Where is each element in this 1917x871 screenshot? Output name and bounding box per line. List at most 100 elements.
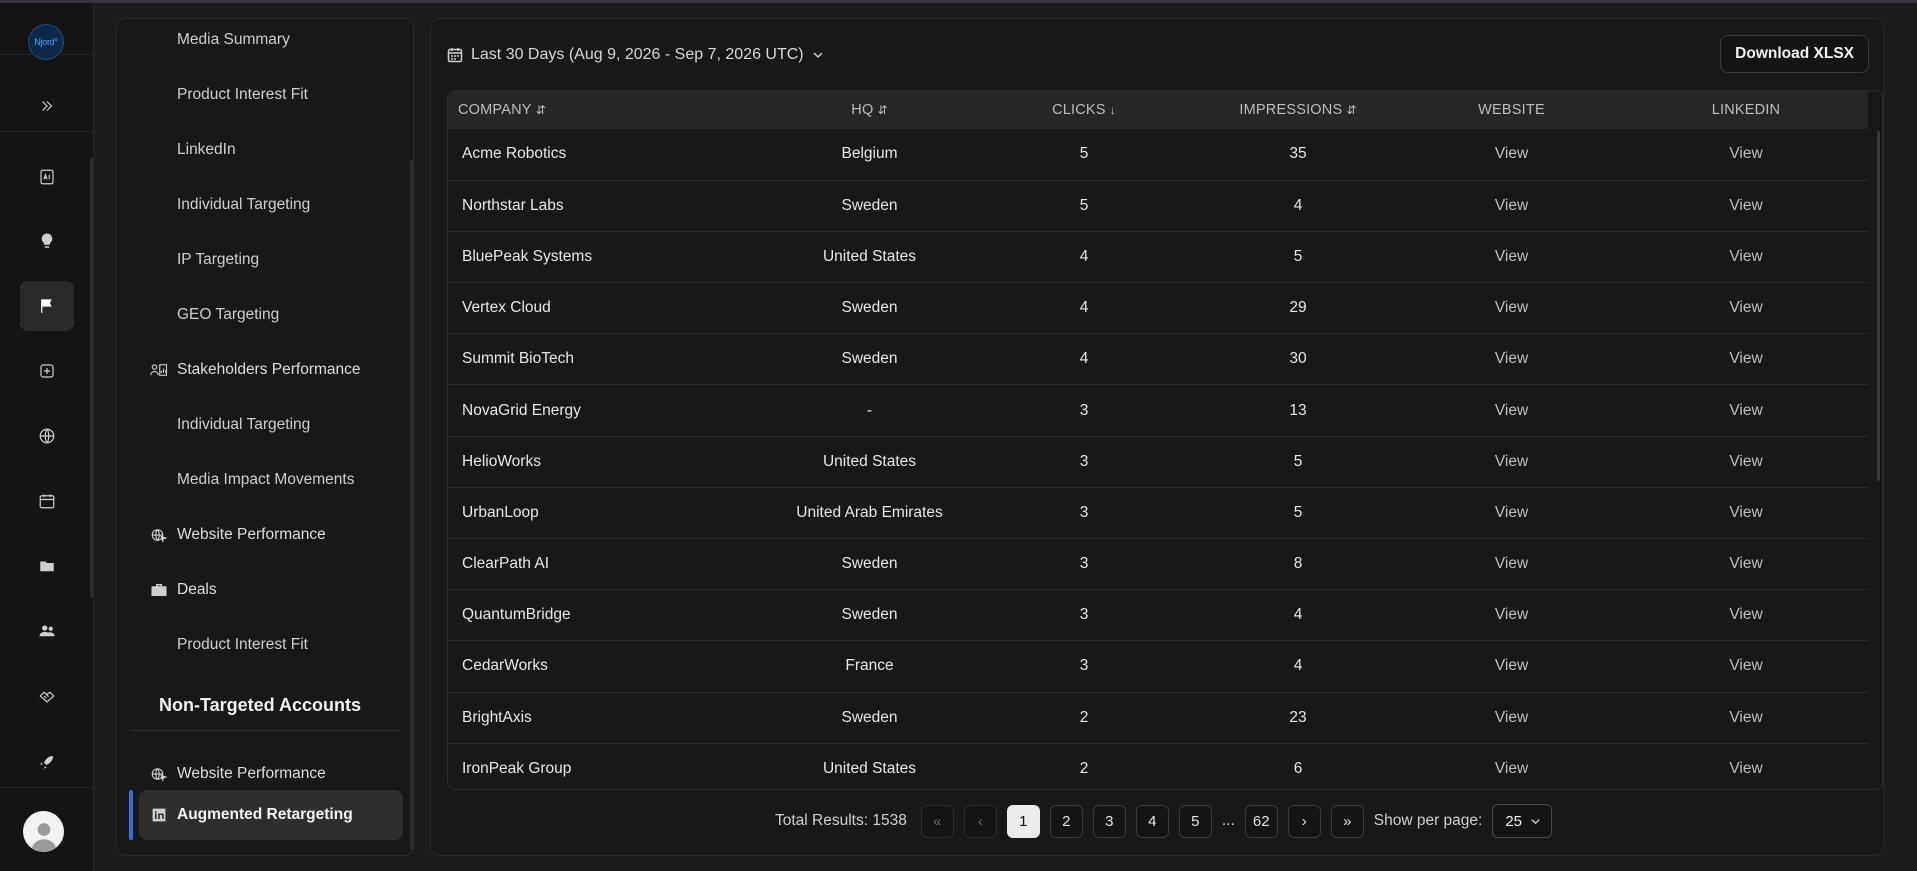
sidebar-item-geo-targeting[interactable]: GEO Targeting — [117, 300, 413, 330]
sidebar-item-ip-targeting[interactable]: IP Targeting — [117, 245, 413, 275]
linkedin-view-link[interactable]: View — [1624, 180, 1868, 232]
page-button-2[interactable]: 2 — [1049, 804, 1083, 838]
sidebar-item-product-interest-fit[interactable]: Product Interest Fit — [117, 80, 413, 110]
table-row[interactable]: HelioWorks United States 3 5 View View — [448, 436, 1868, 488]
column-label: WEBSITE — [1478, 102, 1545, 118]
website-view-link[interactable]: View — [1399, 538, 1624, 591]
linkedin-view-link[interactable]: View — [1624, 384, 1868, 437]
table-row[interactable]: CedarWorks France 3 4 View View — [448, 640, 1868, 693]
sidebar-item-linkedin[interactable]: LinkedIn — [117, 135, 413, 165]
sidebar-item-deals[interactable]: Deals — [117, 575, 413, 605]
date-range-filter[interactable]: Last 30 Days (Aug 9, 2026 - Sep 7, 2026 … — [447, 43, 832, 67]
rail-folder-button[interactable] — [20, 541, 74, 591]
column-header-hq[interactable]: HQ ⇵ — [768, 91, 971, 129]
website-view-link[interactable]: View — [1399, 487, 1624, 540]
sidebar-item-website-performance[interactable]: Website Performance — [117, 520, 413, 550]
hq-cell: Sweden — [768, 538, 971, 591]
column-header-impressions[interactable]: IMPRESSIONS ⇵ — [1197, 91, 1399, 129]
rail-launch-button[interactable] — [20, 737, 74, 787]
linkedin-view-link[interactable]: View — [1624, 333, 1868, 386]
page-button-5[interactable]: 5 — [1178, 804, 1212, 838]
website-view-link[interactable]: View — [1399, 231, 1624, 284]
sidebar-item-stakeholders-performance[interactable]: Stakeholders Performance — [117, 355, 413, 385]
website-view-link[interactable]: View — [1399, 180, 1624, 232]
rail-insights-button[interactable] — [20, 216, 74, 266]
last-page-button[interactable]: » — [1330, 804, 1364, 838]
linkedin-view-link[interactable]: View — [1624, 231, 1868, 284]
table-row[interactable]: Northstar Labs Sweden 5 4 View View — [448, 180, 1868, 232]
rail-deals-button[interactable] — [20, 671, 74, 721]
pagination: Total Results: 1538 « ‹ 1 2 3 4 5 ... 62… — [775, 804, 1553, 838]
sidebar-item-product-interest-fit-2[interactable]: Product Interest Fit — [117, 630, 413, 660]
company-cell: Vertex Cloud — [448, 282, 768, 335]
linkedin-view-link[interactable]: View — [1624, 487, 1868, 540]
user-avatar[interactable] — [23, 811, 64, 852]
rail-campaigns-button[interactable] — [20, 281, 74, 331]
rail-add-button[interactable] — [20, 346, 74, 396]
rail-ai-button[interactable] — [20, 152, 74, 202]
website-view-link[interactable]: View — [1399, 282, 1624, 335]
table-row[interactable]: BrightAxis Sweden 2 23 View View — [448, 692, 1868, 744]
column-header-company[interactable]: COMPANY ⇵ — [448, 91, 768, 129]
user-icon — [30, 823, 57, 852]
rail-users-button[interactable] — [20, 606, 74, 656]
table-row[interactable]: Vertex Cloud Sweden 4 29 View View — [448, 282, 1868, 335]
table-row[interactable]: QuantumBridge Sweden 3 4 View View — [448, 589, 1868, 642]
prev-page-button[interactable]: ‹ — [963, 804, 997, 838]
table-row[interactable]: Summit BioTech Sweden 4 30 View View — [448, 333, 1868, 386]
page-button-3[interactable]: 3 — [1092, 804, 1126, 838]
table-row[interactable]: ClearPath AI Sweden 3 8 View View — [448, 538, 1868, 591]
sidebar-item-individual-targeting[interactable]: Individual Targeting — [117, 190, 413, 220]
website-view-link[interactable]: View — [1399, 640, 1624, 693]
linkedin-view-link[interactable]: View — [1624, 692, 1868, 744]
table-row[interactable]: UrbanLoop United Arab Emirates 3 5 View View — [448, 487, 1868, 540]
website-view-link[interactable]: View — [1399, 129, 1624, 181]
linkedin-view-link[interactable]: View — [1624, 282, 1868, 335]
website-view-link[interactable]: View — [1399, 743, 1624, 789]
table-row[interactable]: NovaGrid Energy -3 13 View View — [448, 384, 1868, 437]
linkedin-view-link[interactable]: View — [1624, 538, 1868, 591]
sidebar-item-nt-website-performance[interactable]: Website Performance — [117, 759, 413, 789]
sidebar-item-individual-targeting-2[interactable]: Individual Targeting — [117, 410, 413, 440]
first-page-button[interactable]: « — [920, 804, 954, 838]
sidebar-item-media-impact-movements[interactable]: Media Impact Movements — [117, 465, 413, 495]
linkedin-view-link[interactable]: View — [1624, 640, 1868, 693]
companies-table: COMPANY ⇵ HQ ⇵ CLICKS ↓ IMPRESSIONS ⇵ WEBSIT… — [447, 90, 1883, 790]
hq-cell: - — [768, 384, 971, 437]
website-view-link[interactable]: View — [1399, 333, 1624, 386]
sidebar-item-label: Individual Targeting — [177, 416, 311, 433]
rail-divider — [0, 787, 94, 788]
expand-rail-button[interactable] — [20, 81, 74, 131]
table-header-row: COMPANY ⇵ HQ ⇵ CLICKS ↓ IMPRESSIONS ⇵ WEBSIT… — [448, 91, 1868, 129]
per-page-select[interactable]: 25 — [1492, 804, 1553, 838]
page-button-last[interactable]: 62 — [1244, 804, 1278, 838]
page-button-4[interactable]: 4 — [1135, 804, 1169, 838]
rail-divider — [0, 54, 94, 55]
rail-scrollbar[interactable] — [90, 158, 93, 598]
sidebar-scrollbar[interactable] — [410, 160, 413, 850]
website-view-link[interactable]: View — [1399, 692, 1624, 744]
company-cell: BluePeak Systems — [448, 231, 768, 284]
linkedin-view-link[interactable]: View — [1624, 589, 1868, 642]
download-xlsx-button[interactable]: Download XLSX — [1720, 35, 1869, 73]
page-button-1[interactable]: 1 — [1006, 804, 1040, 838]
column-label: HQ — [851, 102, 874, 118]
website-view-link[interactable]: View — [1399, 589, 1624, 642]
table-row[interactable]: Acme Robotics Belgium 5 35 View View — [448, 129, 1868, 181]
website-view-link[interactable]: View — [1399, 436, 1624, 488]
linkedin-view-link[interactable]: View — [1624, 129, 1868, 181]
sidebar-item-augmented-retargeting[interactable]: Augmented Retargeting — [117, 800, 413, 830]
table-row[interactable]: IronPeak Group United States 2 6 View View — [448, 743, 1868, 789]
hq-cell: United States — [768, 436, 971, 488]
sidebar-item-media-summary[interactable]: Media Summary — [117, 25, 413, 55]
linkedin-view-link[interactable]: View — [1624, 743, 1868, 789]
impressions-cell: 4 — [1197, 589, 1399, 642]
rail-calendar-button[interactable] — [20, 476, 74, 526]
table-row[interactable]: BluePeak Systems United States 4 5 View View — [448, 231, 1868, 284]
table-scrollbar[interactable] — [1877, 131, 1880, 481]
column-header-clicks[interactable]: CLICKS ↓ — [971, 91, 1197, 129]
rail-web-button[interactable] — [20, 411, 74, 461]
next-page-button[interactable]: › — [1287, 804, 1321, 838]
website-view-link[interactable]: View — [1399, 384, 1624, 437]
linkedin-view-link[interactable]: View — [1624, 436, 1868, 488]
